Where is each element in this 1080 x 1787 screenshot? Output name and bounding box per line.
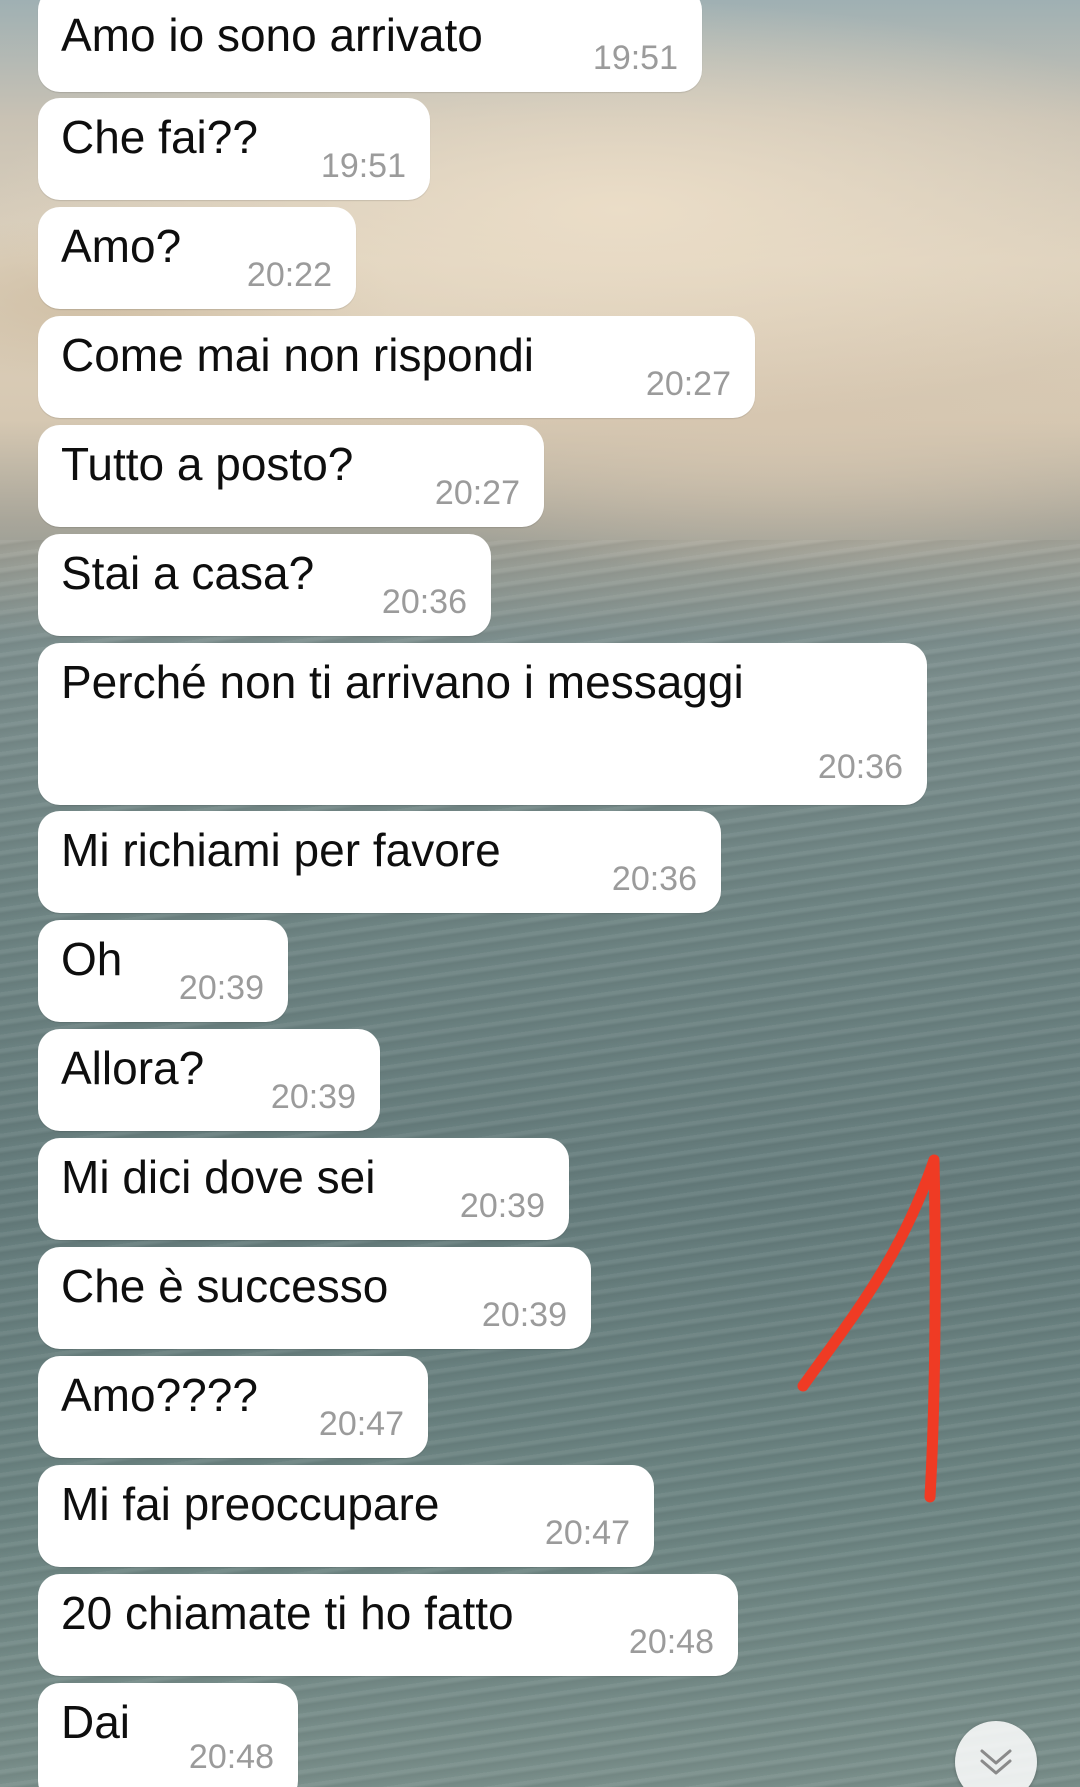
message-bubble[interactable]: Mi dici dove sei 20:39 [38, 1138, 569, 1240]
message-text: Perché non ti arrivano i messaggi [61, 656, 744, 708]
message-text: Come mai non rispondi [61, 329, 535, 381]
message-bubble[interactable]: Che è successo 20:39 [38, 1247, 591, 1349]
message-time: 20:39 [481, 1296, 567, 1334]
message-time: 20:39 [178, 969, 264, 1007]
message-text: Mi richiami per favore [61, 824, 501, 876]
message-bubble[interactable]: Perché non ti arrivano i messaggi 20:36 [38, 643, 927, 805]
message-time: 20:47 [318, 1405, 404, 1443]
message-text: Che fai?? [61, 111, 258, 163]
message-time: 20:36 [381, 583, 467, 621]
message-bubble[interactable]: Allora? 20:39 [38, 1029, 380, 1131]
message-text: Oh [61, 933, 123, 985]
message-text: Amo???? [61, 1369, 258, 1421]
message-text: Mi fai preoccupare [61, 1478, 440, 1530]
message-bubble[interactable]: Amo???? 20:47 [38, 1356, 428, 1458]
message-text: Stai a casa? [61, 547, 315, 599]
message-bubble[interactable]: Mi fai preoccupare 20:47 [38, 1465, 654, 1567]
message-bubble[interactable]: Oh 20:39 [38, 920, 288, 1022]
message-text: 20 chiamate ti ho fatto [61, 1587, 514, 1639]
message-bubble[interactable]: 20 chiamate ti ho fatto 20:48 [38, 1574, 738, 1676]
double-chevron-down-icon [980, 1749, 1012, 1775]
message-bubble[interactable]: Amo? 20:22 [38, 207, 356, 309]
message-time: 20:39 [459, 1187, 545, 1225]
message-text: Amo io sono arrivato [61, 9, 483, 61]
message-bubble[interactable]: Stai a casa? 20:36 [38, 534, 491, 636]
message-list[interactable]: Amo io sono arrivato 19:51 Che fai?? 19:… [0, 0, 1080, 1787]
message-text: Allora? [61, 1042, 205, 1094]
message-time: 20:47 [544, 1514, 630, 1552]
message-time: 20:27 [434, 474, 520, 512]
message-time: 20:39 [270, 1078, 356, 1116]
message-bubble[interactable]: Amo io sono arrivato 19:51 [38, 0, 702, 92]
message-text: Che è successo [61, 1260, 389, 1312]
message-bubble[interactable]: Dai 20:48 [38, 1683, 298, 1787]
message-time: 19:51 [592, 39, 678, 77]
message-text: Amo? [61, 220, 182, 272]
message-time: 20:36 [611, 860, 697, 898]
message-text: Tutto a posto? [61, 438, 354, 490]
message-bubble[interactable]: Mi richiami per favore 20:36 [38, 811, 721, 913]
message-time: 19:51 [320, 147, 406, 185]
message-time: 20:48 [628, 1623, 714, 1661]
message-bubble[interactable]: Che fai?? 19:51 [38, 98, 430, 200]
message-bubble[interactable]: Tutto a posto? 20:27 [38, 425, 544, 527]
message-text: Mi dici dove sei [61, 1151, 376, 1203]
message-time: 20:48 [188, 1738, 274, 1776]
message-text: Dai [61, 1696, 131, 1748]
message-time: 20:36 [817, 748, 903, 786]
message-bubble[interactable]: Come mai non rispondi 20:27 [38, 316, 755, 418]
message-time: 20:27 [645, 365, 731, 403]
message-time: 20:22 [246, 256, 332, 294]
